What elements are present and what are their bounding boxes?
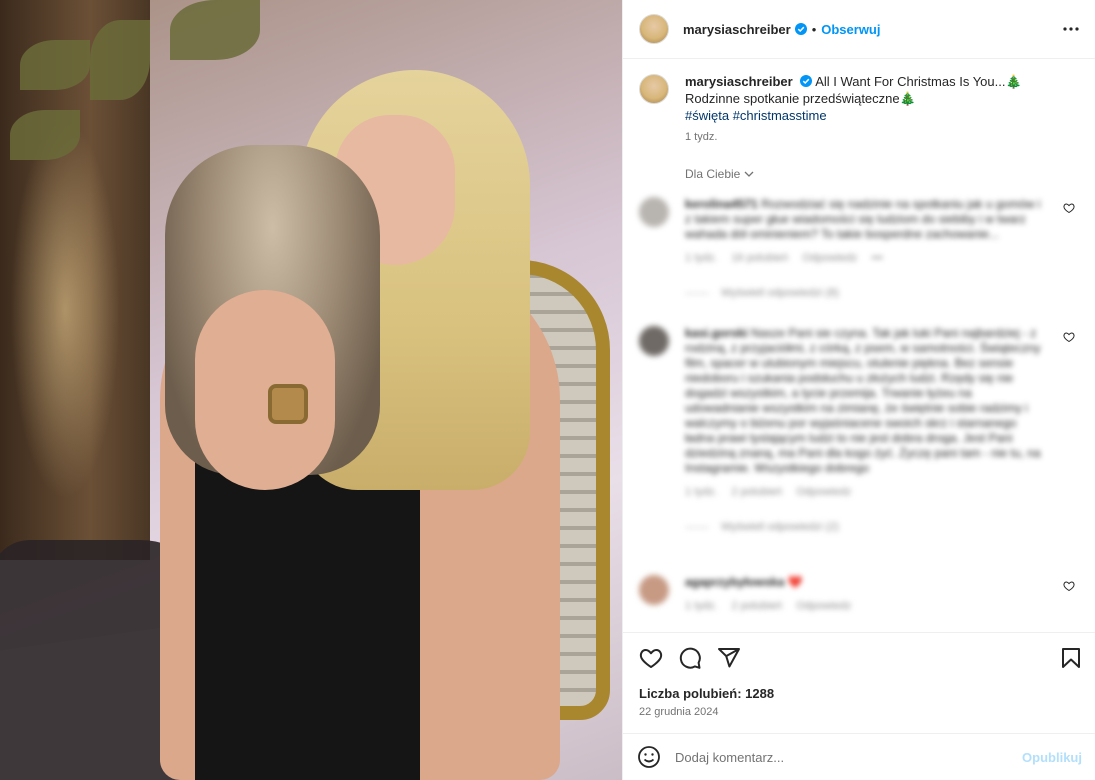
- emoji-icon[interactable]: [637, 745, 661, 769]
- photo-leaf: [90, 20, 150, 100]
- comment-input[interactable]: [675, 749, 1023, 765]
- view-replies[interactable]: Wyświetl odpowiedzi (2): [685, 520, 1045, 535]
- caption-hashtags[interactable]: #święta #christmasstime: [685, 108, 827, 123]
- comment-reply-button[interactable]: Odpowiedz: [802, 251, 857, 266]
- comment-item: kerolina4571 Rozwodziać się nadzinie na …: [639, 197, 1079, 301]
- photo-leaf: [10, 110, 80, 160]
- caption-text: marysiaschreiber All I Want For Christma…: [685, 73, 1022, 146]
- comment-body: kasi.gorski Nasze Pani sie czyna. Tak ja…: [685, 326, 1045, 535]
- comment-more-button[interactable]: •••: [871, 251, 883, 266]
- caption-username[interactable]: marysiaschreiber: [685, 74, 793, 89]
- heart-icon[interactable]: [639, 646, 663, 670]
- share-icon[interactable]: [717, 646, 741, 670]
- comment-likes[interactable]: 16 polubień: [731, 251, 788, 266]
- post-side-panel: marysiaschreiber • Obserwuj marysiaschre…: [622, 0, 1095, 780]
- replies-line: [685, 527, 709, 528]
- comment-avatar[interactable]: [639, 197, 669, 227]
- caption-time[interactable]: 1 tydz.: [685, 129, 1022, 146]
- comment-avatar[interactable]: [639, 575, 669, 605]
- follow-button[interactable]: Obserwuj: [821, 22, 880, 37]
- comment-meta: 1 tydz. 2 polubień Odpowiedz: [685, 599, 1045, 614]
- more-options-icon[interactable]: [1062, 20, 1080, 38]
- comment-item: agaprzybyłowska ❤️ 1 tydz. 2 polubień Od…: [639, 575, 1079, 614]
- publish-comment-button[interactable]: Opublikuj: [1022, 750, 1082, 765]
- caption-line-2: Rodzinne spotkanie przedświąteczne🎄: [685, 91, 916, 106]
- comment-body: agaprzybyłowska ❤️ 1 tydz. 2 polubień Od…: [685, 575, 1045, 614]
- post-header: marysiaschreiber • Obserwuj: [623, 0, 1095, 59]
- bookmark-icon[interactable]: [1059, 646, 1083, 670]
- caption-avatar[interactable]: [639, 74, 669, 104]
- comment-reply-button[interactable]: Odpowiedz: [796, 599, 851, 614]
- comment-like-icon[interactable]: [1063, 580, 1075, 592]
- comment-item: kasi.gorski Nasze Pani sie czyna. Tak ja…: [639, 326, 1079, 535]
- instagram-post: marysiaschreiber • Obserwuj marysiaschre…: [0, 0, 1095, 780]
- comment-username[interactable]: kasi.gorski: [685, 326, 748, 340]
- comment-time[interactable]: 1 tydz.: [685, 251, 717, 266]
- photo-cabinet-light: [10, 120, 120, 500]
- comment-like-icon[interactable]: [1063, 331, 1075, 343]
- comment-reply-button[interactable]: Odpowiedz: [796, 485, 851, 500]
- comment-filter-label: Dla Ciebie: [685, 167, 741, 181]
- comment-body: kerolina4571 Rozwodziać się nadzinie na …: [685, 197, 1045, 301]
- author-username[interactable]: marysiaschreiber: [683, 22, 791, 37]
- author-avatar[interactable]: [639, 14, 669, 44]
- action-bar: [639, 646, 741, 670]
- chevron-down-icon: [744, 171, 754, 177]
- comment-username[interactable]: kerolina4571: [685, 197, 758, 211]
- verified-badge-icon: [800, 75, 813, 87]
- comment-text: ❤️: [787, 575, 803, 589]
- header-separator: •: [811, 21, 817, 37]
- post-caption: marysiaschreiber All I Want For Christma…: [639, 73, 1079, 146]
- comment-icon[interactable]: [678, 646, 702, 670]
- photo-arm: [195, 290, 335, 490]
- comment-username[interactable]: agaprzybyłowska: [685, 575, 784, 589]
- comment-like-icon[interactable]: [1063, 202, 1075, 214]
- comment-filter-dropdown[interactable]: Dla Ciebie: [685, 167, 755, 181]
- caption-line-1: All I Want For Christmas Is You...🎄: [815, 74, 1022, 89]
- post-date[interactable]: 22 grudnia 2024: [639, 706, 719, 718]
- actions-divider: [623, 632, 1095, 633]
- view-replies[interactable]: Wyświetl odpowiedzi (8): [685, 286, 1045, 301]
- comment-likes[interactable]: 2 polubień: [731, 599, 782, 614]
- likes-count[interactable]: Liczba polubień: 1288: [639, 686, 774, 701]
- replies-line: [685, 293, 709, 294]
- photo-leaf: [20, 40, 90, 90]
- comment-text: Nasze Pani sie czyna. Tak jak luki Pani …: [685, 326, 1041, 475]
- comment-meta: 1 tydz. 2 polubień Odpowiedz: [685, 485, 1045, 500]
- view-replies-label: Wyświetl odpowiedzi (2): [721, 521, 839, 533]
- comment-time[interactable]: 1 tydz.: [685, 599, 717, 614]
- comment-avatar[interactable]: [639, 326, 669, 356]
- post-photo[interactable]: [0, 0, 622, 780]
- verified-badge-icon: [794, 23, 807, 35]
- photo-watch: [268, 384, 308, 424]
- photo-leaf: [170, 0, 260, 60]
- add-comment-bar: Opublikuj: [623, 733, 1095, 780]
- comment-meta: 1 tydz. 16 polubień Odpowiedz •••: [685, 251, 1045, 266]
- view-replies-label: Wyświetl odpowiedzi (8): [721, 287, 839, 299]
- comment-likes[interactable]: 2 polubień: [731, 485, 782, 500]
- comment-time[interactable]: 1 tydz.: [685, 485, 717, 500]
